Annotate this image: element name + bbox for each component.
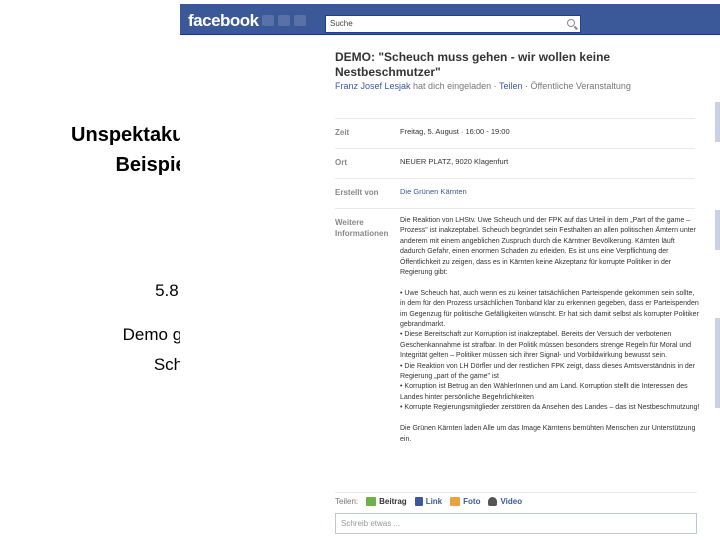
facebook-top-bar: facebook Suche	[180, 4, 720, 35]
share-bar: Teilen: Beitrag Link Foto Video	[335, 492, 697, 506]
sidebar-fragment	[715, 210, 720, 250]
visibility-text: · Öffentliche Veranstaltung	[522, 81, 631, 91]
notifications-icon[interactable]	[294, 15, 306, 26]
info-paragraph: • Uwe Scheuch hat, auch wenn es zu keine…	[400, 289, 700, 412]
comment-placeholder: Schreib etwas ...	[341, 519, 401, 528]
place-row: Ort NEUER PLATZ, 9020 Klagenfurt	[335, 148, 695, 176]
info-label: Weitere Informationen	[335, 218, 389, 238]
facebook-logo[interactable]: facebook	[188, 11, 259, 31]
share-video-button[interactable]: Video	[488, 497, 522, 506]
link-icon	[414, 497, 423, 506]
invited-text: hat dich eingeladen ·	[410, 81, 499, 91]
photo-icon	[450, 497, 461, 506]
share-photo-button[interactable]: Foto	[450, 497, 480, 506]
share-status-label: Beitrag	[379, 497, 407, 506]
info-paragraph: Die Grünen Kärnten laden Alle um das Ima…	[400, 425, 696, 443]
sidebar-fragment	[715, 318, 720, 408]
share-label: Teilen:	[335, 497, 359, 506]
share-link-button[interactable]: Link	[414, 497, 443, 506]
event-subline: Franz Josef Lesjak hat dich eingeladen ·…	[335, 81, 631, 91]
comment-input[interactable]: Schreib etwas ...	[335, 513, 697, 534]
search-icon[interactable]	[567, 19, 575, 27]
event-title: DEMO: "Scheuch muss gehen - wir wollen k…	[335, 50, 611, 79]
created-row: Erstellt von Die Grünen Kärnten	[335, 178, 695, 206]
search-input[interactable]: Suche	[325, 15, 581, 33]
created-by-link[interactable]: Die Grünen Kärnten	[400, 187, 467, 196]
info-body: Die Reaktion von LHStv. Uwe Scheuch und …	[400, 216, 700, 455]
right-sidebar-fragment	[715, 100, 720, 408]
info-paragraph: Die Reaktion von LHStv. Uwe Scheuch und …	[400, 217, 696, 277]
time-row: Zeit Freitag, 5. August · 16:00 - 19:00	[335, 118, 695, 146]
place-value: NEUER PLATZ, 9020 Klagenfurt	[400, 157, 509, 166]
share-status-button[interactable]: Beitrag	[366, 497, 407, 506]
sidebar-fragment	[715, 102, 720, 142]
friend-requests-icon[interactable]	[262, 15, 274, 26]
share-video-label: Video	[500, 497, 523, 506]
time-value: Freitag, 5. August · 16:00 - 19:00	[400, 127, 510, 136]
place-label: Ort	[335, 158, 347, 167]
messages-icon[interactable]	[278, 15, 290, 26]
status-icon	[366, 497, 377, 506]
time-label: Zeit	[335, 128, 350, 137]
share-photo-label: Foto	[463, 497, 481, 506]
video-icon	[488, 497, 498, 506]
notification-icons	[262, 15, 306, 26]
created-label: Erstellt von	[335, 188, 379, 197]
facebook-event-screenshot: facebook Suche DEMO: "Scheuch muss gehen…	[180, 0, 720, 540]
search-placeholder: Suche	[330, 19, 353, 28]
inviter-link[interactable]: Franz Josef Lesjak	[335, 81, 411, 91]
share-link-label: Link	[425, 497, 443, 506]
share-event-link[interactable]: Teilen	[499, 81, 523, 91]
